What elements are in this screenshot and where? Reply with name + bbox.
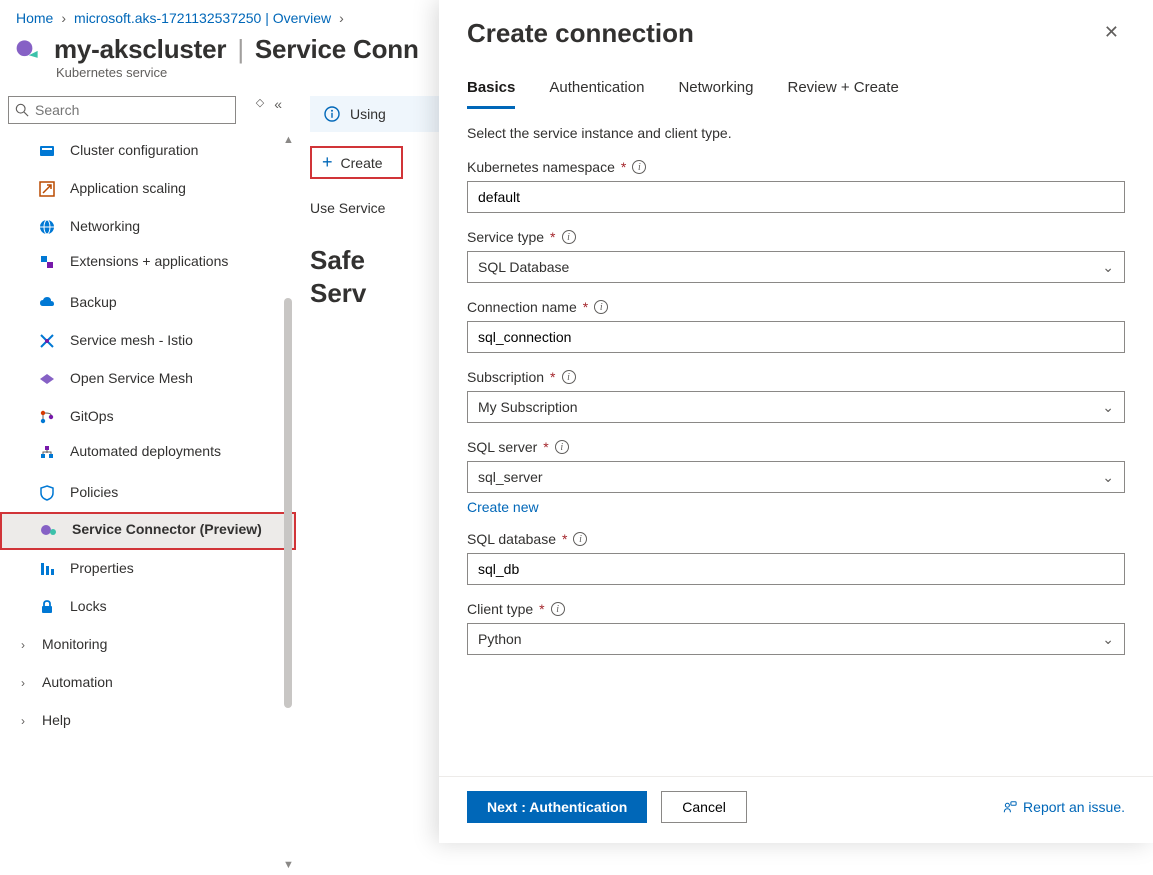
collapse-icon[interactable]: « — [274, 96, 282, 112]
search-icon — [15, 103, 29, 117]
resource-name: my-akscluster — [54, 34, 226, 64]
chevron-down-icon: ⌄ — [1102, 631, 1114, 648]
report-issue-link[interactable]: Report an issue. — [1003, 799, 1125, 815]
sidebar-group-monitoring[interactable]: ›Monitoring — [0, 626, 296, 664]
create-button[interactable]: +Create — [310, 146, 403, 179]
lock-icon — [38, 598, 56, 616]
sidebar-group-help[interactable]: ›Help — [0, 702, 296, 740]
sidebar-item-policies[interactable]: Policies — [0, 474, 296, 512]
info-icon[interactable]: i — [562, 370, 576, 384]
scrollbar-thumb[interactable] — [284, 298, 292, 708]
next-button[interactable]: Next : Authentication — [467, 791, 647, 823]
tab-review-create[interactable]: Review + Create — [787, 79, 898, 109]
client-type-select[interactable]: Python⌄ — [467, 623, 1125, 655]
chevron-right-icon: › — [339, 10, 344, 26]
search-input[interactable] — [35, 102, 229, 118]
field-service-type: Service type * i SQL Database⌄ — [467, 229, 1125, 283]
sidebar-item-extensions[interactable]: Extensions + applications — [0, 246, 296, 284]
create-new-link[interactable]: Create new — [467, 499, 539, 515]
person-feedback-icon — [1003, 800, 1017, 814]
sidebar-item-gitops[interactable]: GitOps — [0, 398, 296, 436]
breadcrumb-project[interactable]: microsoft.aks-1721132537250 | Overview — [74, 10, 331, 26]
chevron-right-icon: › — [61, 10, 66, 26]
info-icon[interactable]: i — [632, 160, 646, 174]
sidebar-group-automation[interactable]: ›Automation — [0, 664, 296, 702]
deploy-icon — [38, 443, 56, 461]
globe-icon — [38, 218, 56, 236]
chevron-down-icon: ⌄ — [1102, 469, 1114, 486]
policy-icon — [38, 484, 56, 502]
page-title: my-akscluster | Service Conn — [54, 34, 419, 65]
tab-networking[interactable]: Networking — [678, 79, 753, 109]
section-name: Service Conn — [255, 34, 419, 64]
info-icon — [324, 106, 340, 122]
sidebar-item-istio[interactable]: Service mesh - Istio — [0, 322, 296, 360]
sidebar-item-properties[interactable]: Properties — [0, 550, 296, 588]
chevron-down-icon: ⌄ — [1102, 399, 1114, 416]
resource-icon — [14, 36, 42, 64]
breadcrumb-home[interactable]: Home — [16, 10, 53, 26]
connection-name-input[interactable] — [467, 321, 1125, 353]
gitops-icon — [38, 408, 56, 426]
info-text: Using — [350, 106, 386, 122]
field-subscription: Subscription * i My Subscription⌄ — [467, 369, 1125, 423]
cluster-config-icon — [38, 142, 56, 160]
sidebar-item-osm[interactable]: Open Service Mesh — [0, 360, 296, 398]
info-icon[interactable]: i — [573, 532, 587, 546]
subscription-select[interactable]: My Subscription⌄ — [467, 391, 1125, 423]
chevron-right-icon: › — [16, 638, 30, 652]
field-sql-server: SQL server * i sql_server⌄ Create new — [467, 439, 1125, 515]
info-icon[interactable]: i — [551, 602, 565, 616]
panel-instruction: Select the service instance and client t… — [467, 125, 1125, 141]
mesh-icon — [38, 332, 56, 350]
sidebar: ◇ « ▲ Cluster configuration Application … — [0, 90, 296, 837]
sql-server-select[interactable]: sql_server⌄ — [467, 461, 1125, 493]
field-namespace: Kubernetes namespace * i — [467, 159, 1125, 213]
info-icon[interactable]: i — [562, 230, 576, 244]
chevron-right-icon: › — [16, 714, 30, 728]
info-icon[interactable]: i — [555, 440, 569, 454]
osm-icon — [38, 370, 56, 388]
sidebar-item-locks[interactable]: Locks — [0, 588, 296, 626]
tab-authentication[interactable]: Authentication — [549, 79, 644, 109]
sidebar-item-service-connector[interactable]: Service Connector (Preview) — [0, 512, 296, 550]
chevron-down-icon: ⌄ — [1102, 259, 1114, 276]
info-icon[interactable]: i — [594, 300, 608, 314]
sidebar-item-networking[interactable]: Networking — [0, 208, 296, 246]
connector-icon — [40, 521, 58, 539]
chevron-right-icon: › — [16, 676, 30, 690]
field-client-type: Client type * i Python⌄ — [467, 601, 1125, 655]
namespace-input[interactable] — [467, 181, 1125, 213]
panel-tabs: Basics Authentication Networking Review … — [439, 49, 1153, 109]
tab-basics[interactable]: Basics — [467, 79, 515, 109]
scroll-down-icon[interactable]: ▼ — [283, 859, 293, 871]
cloud-icon — [38, 294, 56, 312]
sort-icon[interactable]: ◇ — [256, 96, 264, 112]
sidebar-item-cluster-config[interactable]: Cluster configuration — [0, 132, 296, 170]
scaling-icon — [38, 180, 56, 198]
close-icon[interactable]: ✕ — [1104, 22, 1119, 43]
properties-icon — [38, 560, 56, 578]
sidebar-item-auto-deploy[interactable]: Automated deployments — [0, 436, 296, 474]
sidebar-search[interactable] — [8, 96, 236, 124]
field-connection-name: Connection name * i — [467, 299, 1125, 353]
create-connection-panel: Create connection ✕ Basics Authenticatio… — [439, 0, 1153, 843]
sql-database-input[interactable] — [467, 553, 1125, 585]
sidebar-item-app-scaling[interactable]: Application scaling — [0, 170, 296, 208]
sidebar-item-backup[interactable]: Backup — [0, 284, 296, 322]
plus-icon: + — [322, 152, 333, 173]
cancel-button[interactable]: Cancel — [661, 791, 747, 823]
extensions-icon — [38, 253, 56, 271]
panel-title: Create connection — [467, 18, 694, 49]
service-type-select[interactable]: SQL Database⌄ — [467, 251, 1125, 283]
field-sql-database: SQL database * i — [467, 531, 1125, 585]
